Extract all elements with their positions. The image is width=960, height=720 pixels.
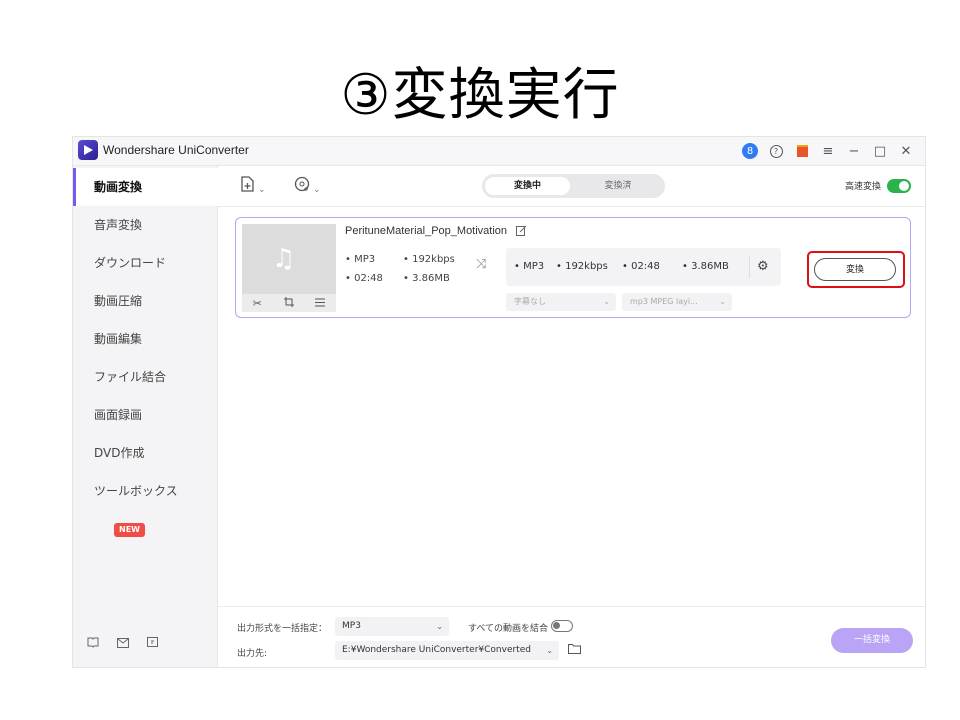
music-note-icon: ♫ [272,244,296,274]
sidebar-item-toolbox[interactable]: ツールボックスNEW [73,472,218,537]
output-format-select[interactable]: MP3 ⌄ [335,617,449,636]
source-bitrate: • 192kbps [403,254,455,265]
convert-button[interactable]: 変換 [814,258,896,281]
sidebar-item-audio-convert[interactable]: 音声変換 [73,206,218,244]
gift-icon[interactable] [789,141,815,161]
merge-label: すべての動画を結合 [468,624,549,634]
crop-icon[interactable] [283,296,294,310]
footer: 出力形式を一括指定： MP3 ⌄ すべての動画を結合 出力先: E:¥Wonder… [218,606,925,667]
output-size: • 3.86MB [682,261,729,272]
new-badge: NEW [114,522,145,537]
source-format: • MP3 [345,254,376,265]
sidebar-item-screen-record[interactable]: 画面録画 [73,396,218,434]
app-logo-icon [78,140,98,160]
help-icon[interactable]: ? [763,141,789,161]
source-size: • 3.86MB [403,273,450,284]
add-media-button[interactable]: ⌄ [294,176,321,196]
maximize-icon[interactable]: □ [867,141,893,161]
app-name: Wondershare UniConverter [103,143,249,157]
slide-title: ③変換実行 [340,63,620,128]
sidebar-item-video-convert[interactable]: 動画変換 [73,168,218,206]
output-duration: • 02:48 [622,261,660,272]
main-panel: ⌄ ⌄ 変換中 変換済 高速変換 ♫ ✂ PerituneMaterial_Po… [218,166,925,667]
effects-icon[interactable] [315,297,326,310]
app-window: Wondershare UniConverter 8 ? ≡ − □ ✕ 動画変… [72,136,926,668]
sidebar-item-compress[interactable]: 動画圧縮 [73,282,218,320]
book-icon[interactable] [87,637,99,651]
high-speed-toggle[interactable] [887,179,911,193]
close-icon[interactable]: ✕ [893,141,919,161]
sidebar-item-dvd[interactable]: DVD作成 [73,434,218,472]
source-duration: • 02:48 [345,273,383,284]
output-dest-label: 出力先: [237,649,268,659]
file-name: PerituneMaterial_Pop_Motivation [345,225,508,237]
merge-toggle[interactable] [551,620,573,632]
menu-icon[interactable]: ≡ [815,141,841,161]
output-bitrate: • 192kbps [556,261,608,272]
output-format-label: 出力形式を一括指定： [237,624,328,634]
audio-track-select[interactable]: mp3 MPEG layi... ⌄ [622,293,732,311]
sidebar: 動画変換 音声変換 ダウンロード 動画圧縮 動画編集 ファイル結合 画面録画 D… [73,166,218,667]
sidebar-item-download[interactable]: ダウンロード [73,244,218,282]
high-speed-label: 高速変換 [844,182,881,192]
file-card: ♫ ✂ PerituneMaterial_Pop_Motivation • MP… [235,217,911,318]
user-icon[interactable]: 8 [737,141,763,161]
output-dest-select[interactable]: E:¥Wondershare UniConverter¥Converted ⌄ [335,641,559,660]
title-bar: Wondershare UniConverter 8 ? ≡ − □ ✕ [73,137,925,166]
folder-icon[interactable] [568,643,581,657]
convert-arrow-icon: ⤨ [476,257,487,272]
minimize-icon[interactable]: − [841,141,867,161]
sidebar-item-merge[interactable]: ファイル結合 [73,358,218,396]
output-format: • MP3 [514,261,545,272]
status-tabs: 変換中 変換済 [482,174,665,198]
file-thumbnail: ♫ ✂ [242,224,336,312]
add-file-button[interactable]: ⌄ [240,176,266,196]
feedback-icon[interactable] [147,637,160,651]
tab-converting[interactable]: 変換中 [485,177,570,195]
tab-converted[interactable]: 変換済 [574,177,662,195]
output-settings[interactable]: • MP3 • 192kbps • 02:48 • 3.86MB ⚙ [506,248,781,286]
toolbar: ⌄ ⌄ 変換中 変換済 高速変換 [218,166,925,207]
mail-icon[interactable] [117,637,129,651]
sidebar-item-edit[interactable]: 動画編集 [73,320,218,358]
cut-icon[interactable]: ✂ [253,297,262,310]
convert-all-button[interactable]: 一括変換 [831,628,913,653]
convert-highlight: 変換 [807,251,905,288]
subtitle-select[interactable]: 字幕なし ⌄ [506,293,616,311]
edit-name-icon[interactable] [516,225,527,239]
gear-icon[interactable]: ⚙ [757,259,769,274]
